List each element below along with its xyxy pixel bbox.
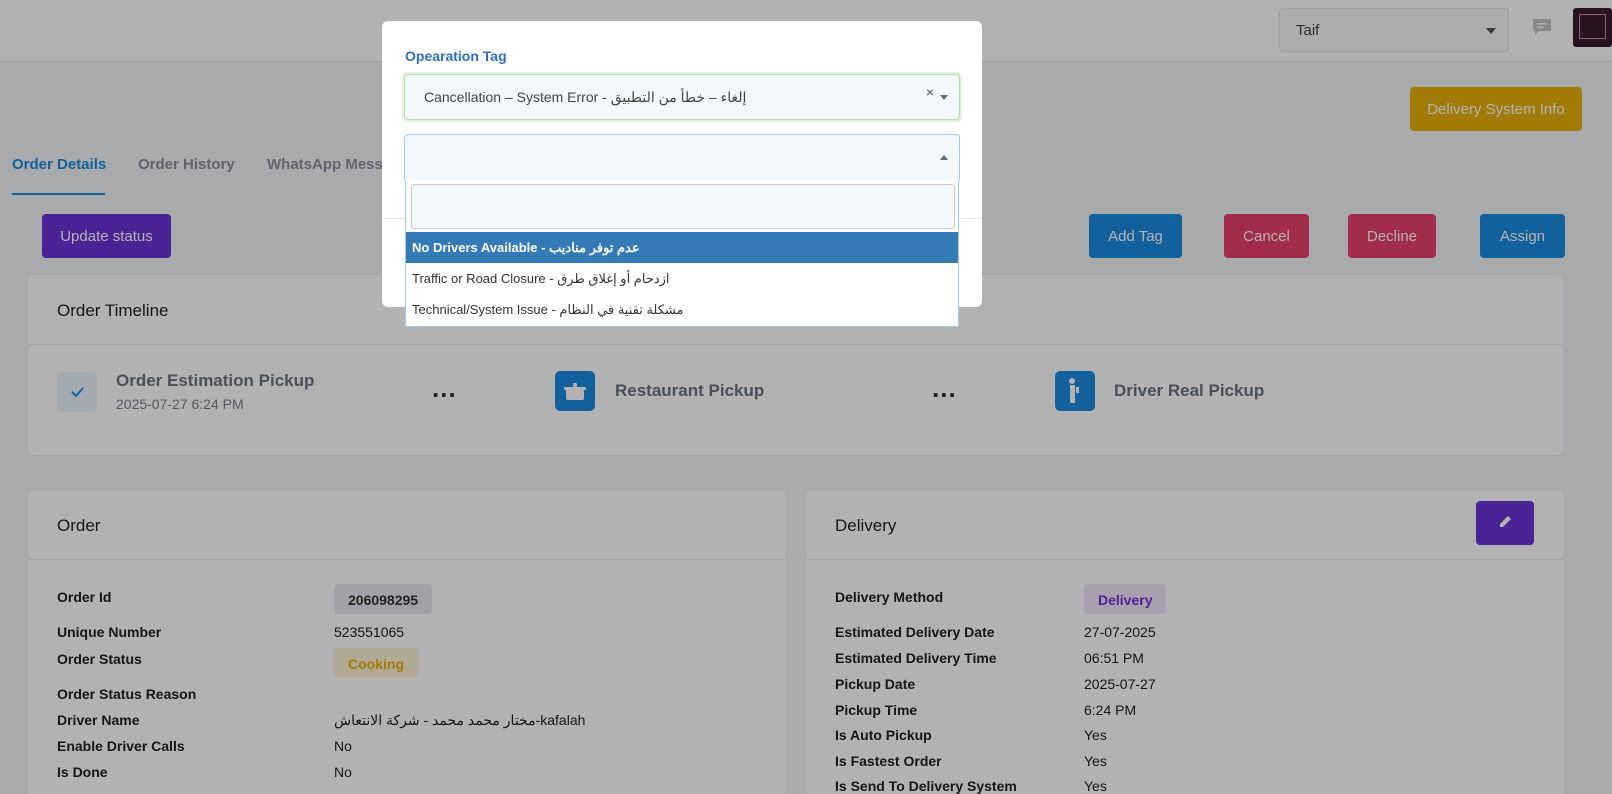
dropdown-option[interactable]: No Drivers Available - عدم توفر مناديب (406, 232, 958, 263)
clear-icon[interactable]: × (926, 84, 934, 100)
dropdown-search-input[interactable] (411, 184, 955, 229)
chevron-down-icon (940, 95, 948, 100)
operation-tag-select[interactable]: Cancellation – System Error - إلغاء – خط… (404, 74, 960, 120)
dropdown-option[interactable]: Traffic or Road Closure - ازدحام أو إغلا… (406, 263, 958, 294)
chevron-up-icon (940, 155, 948, 160)
reason-dropdown: No Drivers Available - عدم توفر مناديب T… (405, 180, 959, 327)
selected-tag-value: Cancellation – System Error - إلغاء – خط… (424, 89, 747, 105)
operation-tag-label: Opearation Tag (405, 48, 507, 64)
reason-select[interactable] (404, 134, 960, 180)
dropdown-option[interactable]: Technical/System Issue - مشكلة تقنية في … (406, 294, 958, 325)
